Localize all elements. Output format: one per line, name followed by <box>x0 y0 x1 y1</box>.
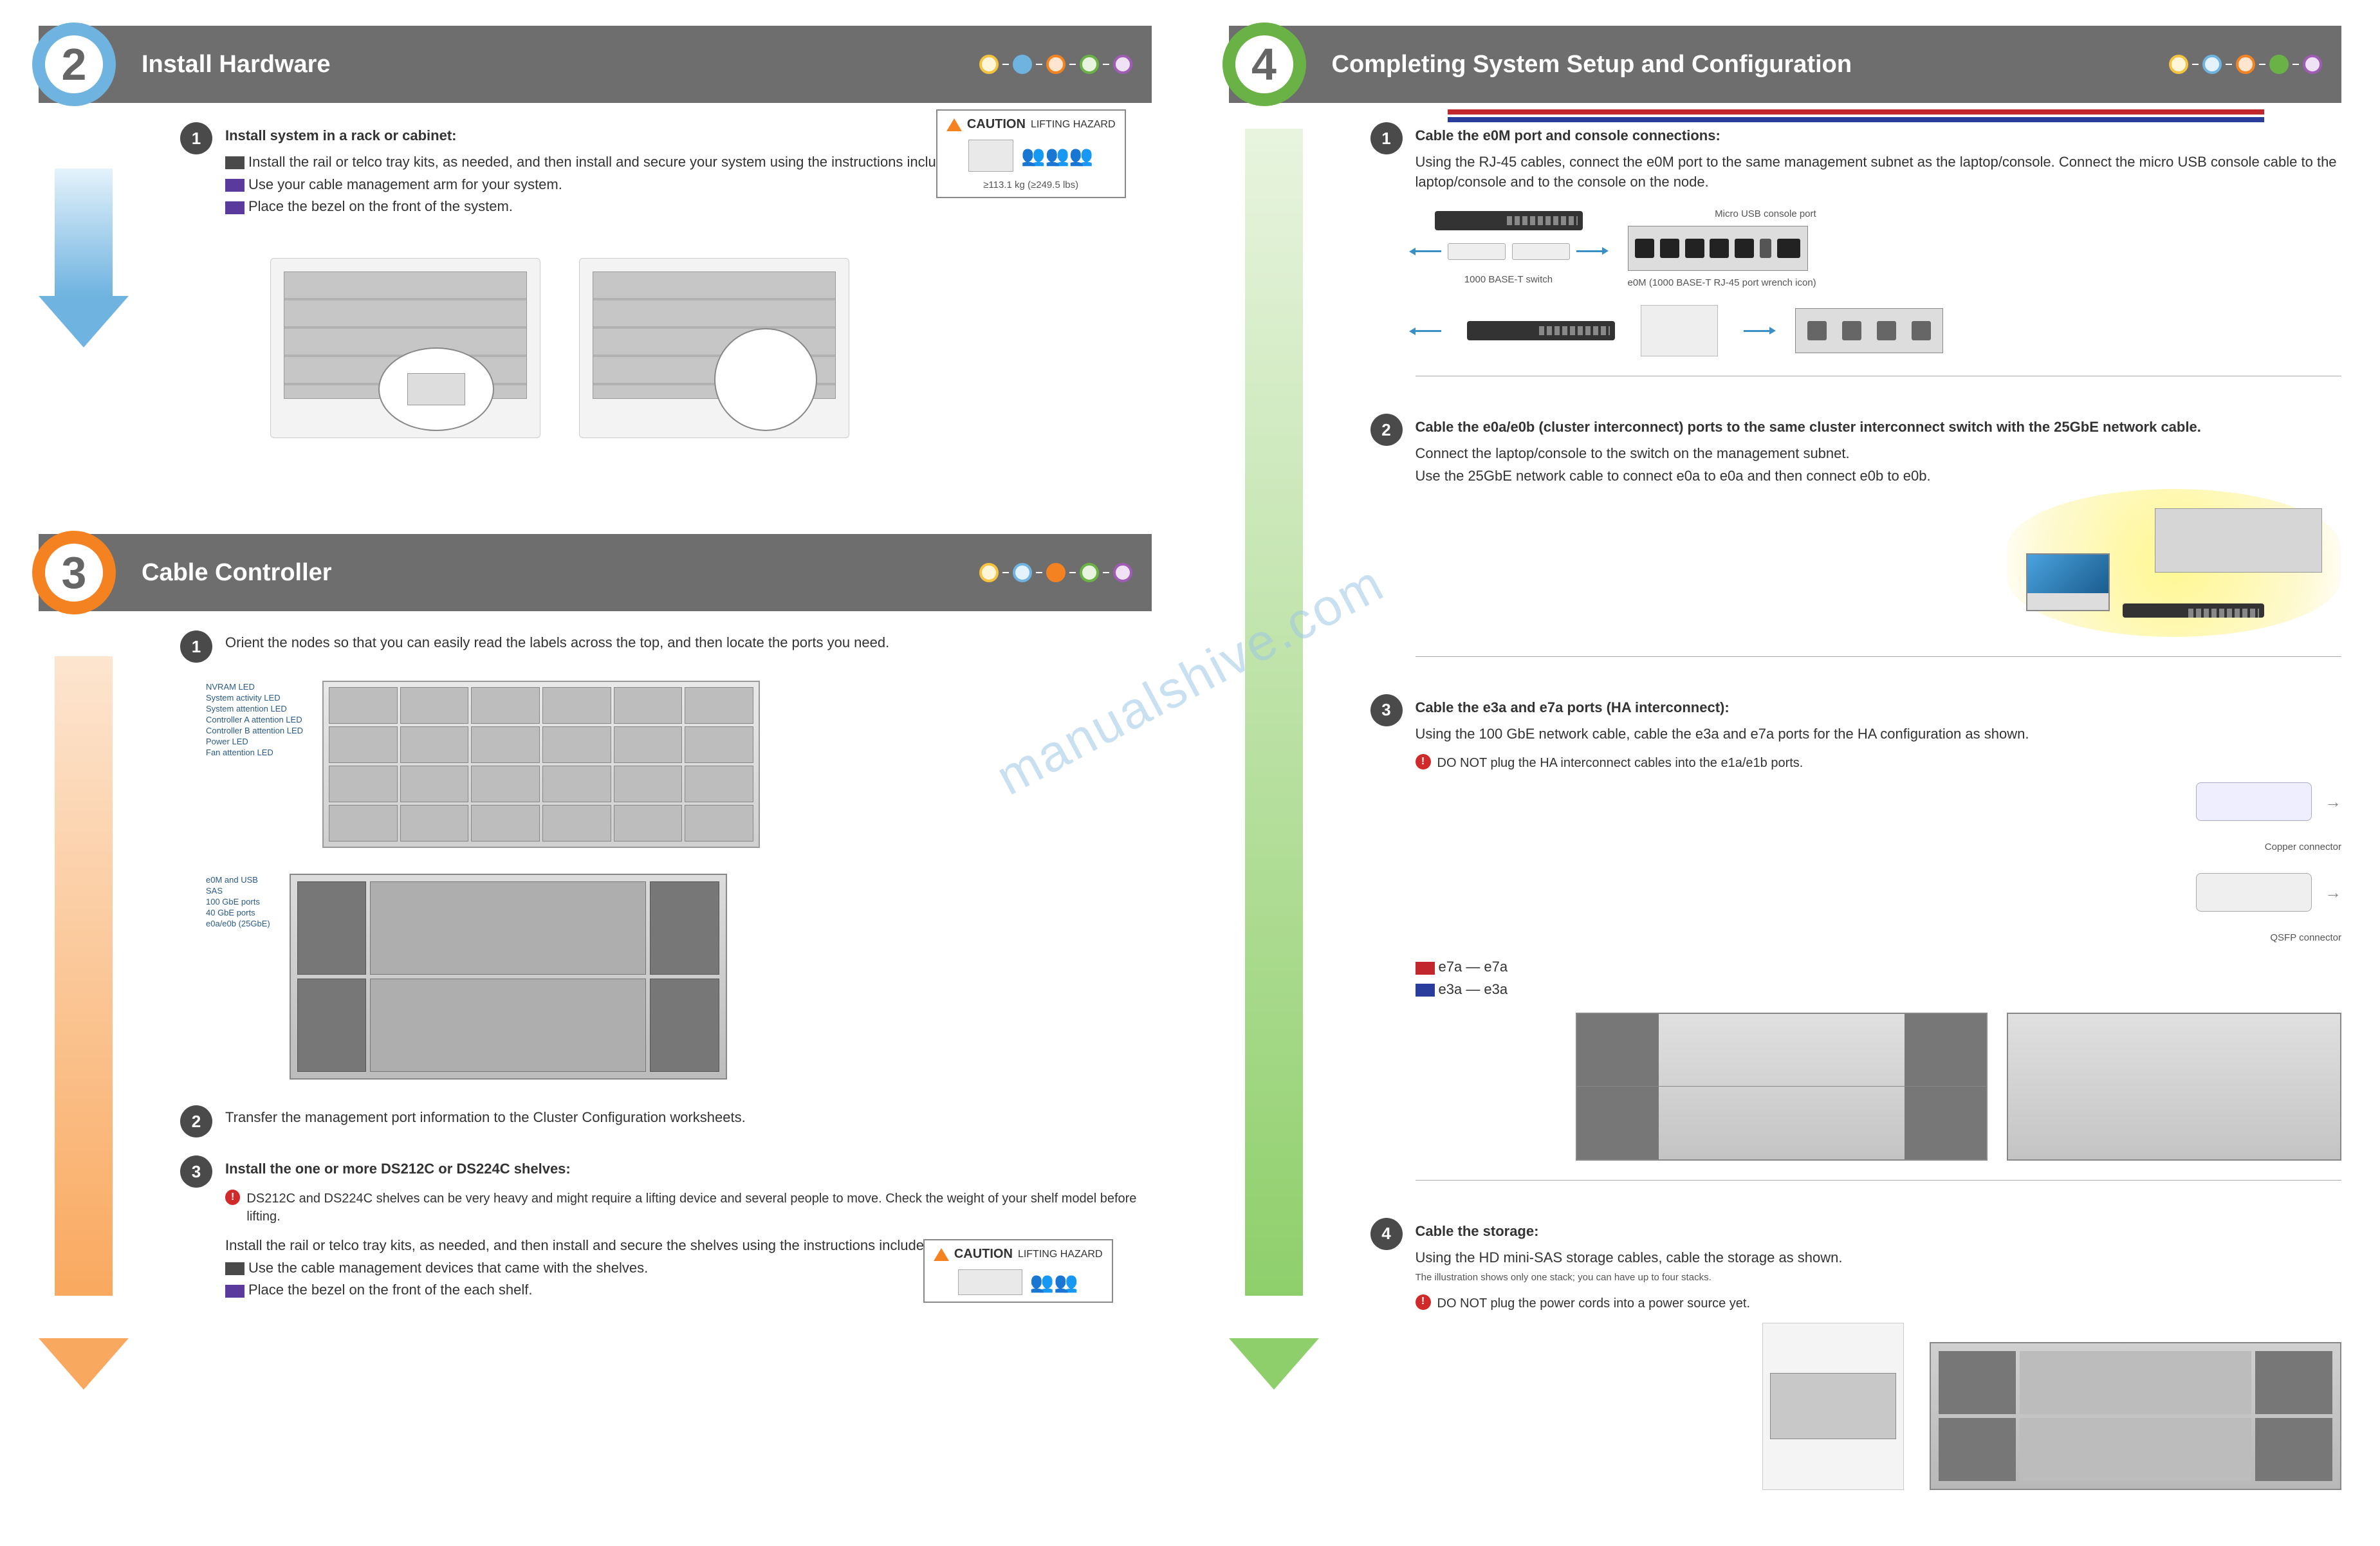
caution-icon <box>946 118 962 131</box>
mgmt-switch-top <box>1435 211 1583 230</box>
rj45-cable-icon-2 <box>1512 243 1570 260</box>
ha-port-alert: ! DO NOT plug the HA interconnect cables… <box>1416 754 2342 772</box>
caution-sublabel: LIFTING HAZARD <box>1031 119 1116 131</box>
controller-mini <box>2155 508 2322 573</box>
ha-cabling-rear-a <box>1576 1013 1988 1161</box>
orange-arrow <box>39 656 129 1390</box>
substep-3-2-heading: Transfer the management port information… <box>225 1108 1152 1128</box>
seg-dark <box>225 156 244 169</box>
substep-4-3-body: Using the 100 GbE network cable, cable t… <box>1416 724 2342 744</box>
laptop-icon <box>2026 553 2110 611</box>
seg-red <box>1416 962 1435 975</box>
mgmt-cable-diagram: 1000 BASE-T switch Micro USB console por… <box>1416 207 2342 290</box>
chassis-secure-illustration <box>579 258 849 438</box>
sas-stack-illustration <box>1762 1323 1904 1490</box>
pull-arrow-1: → <box>2325 790 2341 813</box>
rj45-cable-icon <box>1448 243 1506 260</box>
substep-3-3-num: 3 <box>180 1155 212 1188</box>
step-2-number: 2 <box>62 39 87 90</box>
e0m-port-block <box>1628 226 1808 271</box>
lift-people-icon: 👥👥👥 <box>1021 145 1093 167</box>
laptop-switch-diagram <box>2007 489 2341 637</box>
substep-3-3-heading: Install the one or more DS212C or DS224C… <box>225 1159 1152 1179</box>
install-illustration-row <box>270 258 1152 438</box>
progress-dots-3 <box>979 563 1132 582</box>
chassis-rear-view <box>290 874 727 1080</box>
substep-4-4-num: 4 <box>1370 1218 1403 1250</box>
e0m-port-legend: e0M (1000 BASE-T RJ-45 port wrench icon) <box>1628 276 1816 290</box>
sas-cabling-rear <box>1930 1342 2341 1490</box>
substep-4-2-body2: Use the 25GbE network cable to connect e… <box>1416 466 2342 486</box>
pull-arrow-2: → <box>2325 881 2341 904</box>
rear-port-legend: e0M and USB SAS 100 GbE ports 40 GbE por… <box>206 874 270 1080</box>
section-2-bar: 2 Install Hardware <box>39 26 1152 103</box>
seg-purple-text: Use your cable management arm for your s… <box>248 176 562 192</box>
usb-console-legend: Micro USB console port <box>1628 207 1816 221</box>
power-alert: ! DO NOT plug the power cords into a pow… <box>1416 1294 2342 1312</box>
seg-purple-3 <box>225 1285 244 1298</box>
25gbe-port-block <box>1795 308 1943 353</box>
step-4-circle: 4 <box>1222 23 1306 106</box>
substep-2-1-num: 1 <box>180 122 212 154</box>
seg-purple-2-text: Place the bezel on the front of the syst… <box>248 198 513 214</box>
alert-icon-3: ! <box>1416 1294 1431 1310</box>
blue-arrow <box>39 129 129 347</box>
progress-dots-4 <box>2169 55 2322 74</box>
substep-4-3-heading: Cable the e3a and e7a ports (HA intercon… <box>1416 698 2342 718</box>
step-3-circle: 3 <box>32 531 116 614</box>
lift-people-icon-2: 👥👥 <box>1030 1271 1078 1294</box>
front-led-legend: NVRAM LED System activity LED System att… <box>206 681 303 848</box>
step-2-circle: 2 <box>32 23 116 106</box>
substep-3-1-num: 1 <box>180 630 212 663</box>
substep-3-2-num: 2 <box>180 1105 212 1137</box>
section-4-title: Completing System Setup and Configuratio… <box>1332 51 1852 78</box>
copper-connector <box>2196 782 2312 821</box>
substep-4-1-body: Using the RJ-45 cables, connect the e0M … <box>1416 152 2342 192</box>
chassis-icon <box>968 140 1013 172</box>
optical-cable-icon <box>1641 305 1718 356</box>
section-3-bar: 3 Cable Controller <box>39 534 1152 611</box>
copper-legend: Copper connector <box>2265 840 2341 854</box>
alert-icon: ! <box>225 1190 240 1205</box>
seg-purple <box>225 179 244 192</box>
seg-dark-text: Install the rail or telco tray kits, as … <box>248 154 1035 170</box>
section-3-title: Cable Controller <box>142 559 332 587</box>
caution-box-lift-1: CAUTION LIFTING HAZARD 👥👥👥 ≥113.1 kg (≥2… <box>936 109 1126 198</box>
caution-weight: ≥113.1 kg (≥249.5 lbs) <box>983 179 1078 190</box>
mgmt-switch-mini <box>2123 603 2264 618</box>
substep-4-3-num: 3 <box>1370 694 1403 726</box>
cluster-switch <box>1467 321 1615 340</box>
substep-4-1-num: 1 <box>1370 122 1403 154</box>
substep-4-2-heading: Cable the e0a/e0b (cluster interconnect)… <box>1416 418 2342 437</box>
section-2-title: Install Hardware <box>142 51 331 78</box>
substep-4-4-body: Using the HD mini-SAS storage cables, ca… <box>1416 1248 2342 1268</box>
substep-3-1-heading: Orient the nodes so that you can easily … <box>225 633 1152 653</box>
seg-purple-2 <box>225 201 244 214</box>
chassis-front-view <box>322 681 760 848</box>
substep-4-2-body1: Connect the laptop/console to the switch… <box>1416 444 2342 464</box>
substep-4-2-num: 2 <box>1370 414 1403 446</box>
alert-icon-2: ! <box>1416 754 1431 769</box>
caution-box-lift-2: CAUTION LIFTING HAZARD 👥👥 <box>923 1239 1113 1303</box>
shelf-icon <box>958 1269 1022 1295</box>
seg-blue <box>1416 984 1435 997</box>
qsfp-legend: QSFP connector <box>2270 931 2341 944</box>
chassis-lock-illustration <box>270 258 540 438</box>
ha-cabling-rear-b <box>2007 1013 2341 1161</box>
step-4-number: 4 <box>1251 39 1277 90</box>
sas-stack-note: The illustration shows only one stack; y… <box>1416 1271 2342 1284</box>
substep-4-1-heading: Cable the e0M port and console connectio… <box>1416 126 2342 146</box>
step-3-number: 3 <box>62 547 87 598</box>
caution-label: CAUTION <box>967 117 1026 132</box>
cluster-cable-diagram <box>1416 305 2342 356</box>
switch-legend-1000: 1000 BASE-T switch <box>1464 273 1553 286</box>
substep-4-4-heading: Cable the storage: <box>1416 1222 2342 1242</box>
caution-icon-2 <box>934 1248 949 1261</box>
qsfp-connector <box>2196 873 2312 912</box>
green-arrow <box>1229 129 1319 1390</box>
shelf-weight-alert: ! DS212C and DS224C shelves can be very … <box>225 1190 1152 1226</box>
section-4-bar: 4 Completing System Setup and Configurat… <box>1229 26 2342 103</box>
progress-dots-2 <box>979 55 1132 74</box>
seg-dark-3 <box>225 1262 244 1275</box>
